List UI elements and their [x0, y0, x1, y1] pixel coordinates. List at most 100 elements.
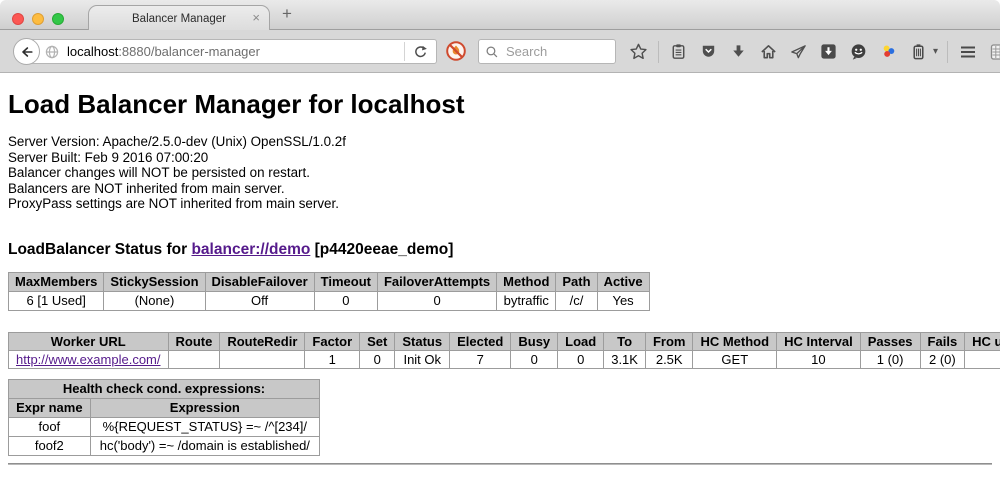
cell: 0 — [360, 350, 395, 368]
cell: 0 — [377, 291, 496, 310]
tab-close-icon[interactable]: × — [252, 10, 260, 25]
url-bar[interactable]: localhost:8880/balancer-manager — [27, 39, 437, 64]
table-row: foof %{REQUEST_STATUS} =~ /^[234]/ — [9, 417, 320, 436]
cell: GET — [693, 350, 777, 368]
persist-note-line: Balancer changes will NOT be persisted o… — [8, 165, 992, 181]
browser-tab[interactable]: Balancer Manager × — [88, 5, 270, 31]
balancer-demo-link[interactable]: balancer://demo — [191, 241, 310, 258]
cell: (None) — [104, 291, 205, 310]
browser-window: Balancer Manager × + localhost:8880/bala… — [0, 0, 1000, 491]
download-box-icon[interactable] — [818, 41, 839, 62]
worker-url-link[interactable]: http://www.example.com/ — [16, 352, 161, 367]
search-input[interactable] — [504, 43, 604, 60]
reload-icon — [413, 44, 428, 59]
column-header: Busy — [511, 332, 558, 350]
cell: 10 — [777, 350, 861, 368]
table-row: 6 [1 Used] (None) Off 0 0 bytraffic /c/ … — [9, 291, 650, 310]
clipboard-icon[interactable] — [668, 41, 689, 62]
reload-button[interactable] — [405, 44, 436, 59]
worker-table: Worker URL Route RouteRedir Factor Set S… — [8, 332, 1000, 369]
cell: 0 — [314, 291, 377, 310]
inherit-note-line: Balancers are NOT inherited from main se… — [8, 181, 992, 197]
column-header: FailoverAttempts — [377, 272, 496, 291]
balancer-status-heading: LoadBalancer Status for balancer://demo … — [8, 241, 992, 259]
table-header-row: Worker URL Route RouteRedir Factor Set S… — [9, 332, 1000, 350]
colored-dots-icon[interactable] — [878, 41, 899, 62]
plugin-blocked-icon[interactable] — [445, 40, 467, 62]
table-title-row: Health check cond. expressions: — [9, 379, 320, 398]
column-header: Load — [558, 332, 604, 350]
home-icon[interactable] — [758, 41, 779, 62]
pocket-icon[interactable] — [698, 41, 719, 62]
back-button[interactable] — [13, 38, 40, 65]
container-battery-icon[interactable] — [908, 41, 929, 62]
cell: 0 — [511, 350, 558, 368]
health-check-table: Health check cond. expressions: Expr nam… — [8, 379, 320, 456]
downloads-icon[interactable] — [728, 41, 749, 62]
cell: Init Ok — [395, 350, 450, 368]
column-header: Active — [597, 272, 649, 291]
url-path: :8880/balancer-manager — [118, 44, 260, 59]
table-row: http://www.example.com/ 1 0 Init Ok 7 0 … — [9, 350, 1000, 368]
column-header: Fails — [920, 332, 965, 350]
table-row: foof2 hc('body') =~ /domain is establish… — [9, 436, 320, 455]
column-header: RouteRedir — [220, 332, 305, 350]
tab-title: Balancer Manager — [132, 13, 226, 25]
back-arrow-icon — [19, 44, 35, 60]
cell: Off — [205, 291, 314, 310]
column-header: Elected — [450, 332, 511, 350]
cell — [220, 350, 305, 368]
cell: 3.1K — [604, 350, 646, 368]
page-title: Load Balancer Manager for localhost — [8, 73, 992, 120]
balancer-settings-table: MaxMembers StickySession DisableFailover… — [8, 272, 650, 311]
smiley-chat-icon[interactable] — [848, 41, 869, 62]
toolbar-divider-2 — [947, 41, 948, 63]
cell: 2.5K — [645, 350, 693, 368]
server-built-line: Server Built: Feb 9 2016 07:00:20 — [8, 150, 992, 166]
cell: 1 (0) — [860, 350, 920, 368]
status-suffix: [p4420eeae_demo] — [310, 241, 453, 258]
cell: /c/ — [556, 291, 597, 310]
table-header-row: Expr name Expression — [9, 398, 320, 417]
status-prefix: LoadBalancer Status for — [8, 241, 191, 258]
cell: 0 — [558, 350, 604, 368]
column-header: To — [604, 332, 646, 350]
server-version-line: Server Version: Apache/2.5.0-dev (Unix) … — [8, 134, 992, 150]
tab-groups-icon[interactable] — [987, 41, 1000, 62]
column-header: Expression — [90, 398, 319, 417]
column-header: Worker URL — [9, 332, 169, 350]
navigation-toolbar: localhost:8880/balancer-manager — [0, 30, 1000, 73]
column-header: Route — [168, 332, 220, 350]
expr-name-cell: foof — [9, 417, 91, 436]
cell — [168, 350, 220, 368]
expr-name-cell: foof2 — [9, 436, 91, 455]
proxypass-note-line: ProxyPass settings are NOT inherited fro… — [8, 196, 992, 212]
cell — [965, 350, 1000, 368]
column-header: Status — [395, 332, 450, 350]
menu-hamburger-icon[interactable] — [957, 41, 978, 62]
new-tab-button[interactable]: + — [282, 4, 292, 24]
column-header: HC uri — [965, 332, 1000, 350]
search-bar[interactable] — [478, 39, 616, 64]
cell: 6 [1 Used] — [9, 291, 104, 310]
window-minimize-button[interactable] — [32, 13, 44, 25]
column-header: StickySession — [104, 272, 205, 291]
page-content: Load Balancer Manager for localhost Serv… — [0, 73, 1000, 490]
worker-url-cell: http://www.example.com/ — [9, 350, 169, 368]
window-close-button[interactable] — [12, 13, 24, 25]
toolbar-divider — [658, 41, 659, 63]
column-header: Path — [556, 272, 597, 291]
column-header: Timeout — [314, 272, 377, 291]
column-header: HC Method — [693, 332, 777, 350]
overflow-caret-icon[interactable]: ▾ — [933, 46, 938, 57]
cell: 1 — [305, 350, 360, 368]
expression-cell: hc('body') =~ /domain is established/ — [90, 436, 319, 455]
cell: 7 — [450, 350, 511, 368]
column-header: HC Interval — [777, 332, 861, 350]
window-zoom-button[interactable] — [52, 13, 64, 25]
cell: Yes — [597, 291, 649, 310]
traffic-lights — [12, 13, 64, 25]
send-plane-icon[interactable] — [788, 41, 809, 62]
bookmark-star-icon[interactable] — [628, 41, 649, 62]
health-table-title: Health check cond. expressions: — [9, 379, 320, 398]
